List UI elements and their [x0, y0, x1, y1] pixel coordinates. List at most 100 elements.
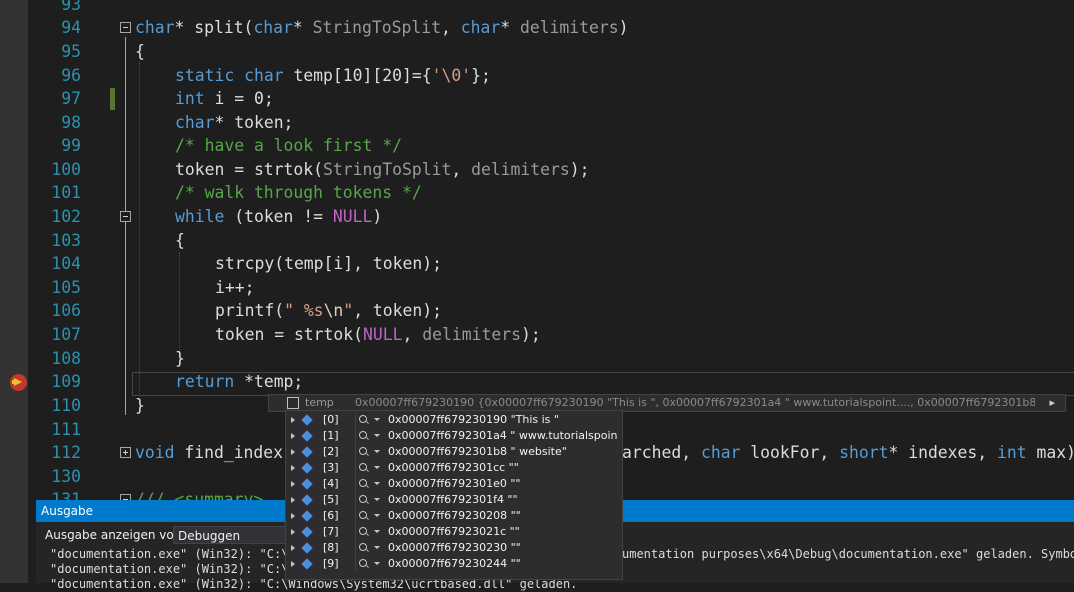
datatip-row[interactable]: [2] 0x00007ff6792301b8 " website"	[286, 444, 622, 460]
chevron-right-icon[interactable]: ▸	[1049, 396, 1055, 409]
code-line-95: 95 {	[0, 40, 1074, 64]
datatip-pin-icon[interactable]	[287, 397, 299, 409]
fold-minus-icon[interactable]	[120, 22, 131, 33]
dropdown-caret-icon[interactable]	[374, 434, 380, 437]
keyword: void	[135, 443, 175, 462]
char-literal: '\0'	[431, 66, 472, 85]
datatip-row[interactable]: [7] 0x00007ff67923021c ""	[286, 524, 622, 540]
code-token: )	[618, 18, 629, 37]
dropdown-caret-icon[interactable]	[374, 450, 380, 453]
code-token: * split(	[174, 18, 254, 37]
line-number: 110	[51, 396, 81, 415]
line-number: 107	[51, 325, 81, 344]
code-token: token = strtok(	[175, 160, 324, 179]
datatip-value[interactable]: 0x00007ff6792301cc ""	[388, 460, 618, 476]
code-text: while (token != NULL)	[175, 205, 382, 229]
keyword: int	[175, 89, 205, 108]
dropdown-caret-icon[interactable]	[374, 530, 380, 533]
datatip-row[interactable]: [9] 0x00007ff679230244 ""	[286, 556, 622, 572]
magnifier-icon[interactable]	[359, 447, 367, 455]
line-number: 96	[61, 66, 81, 85]
code-text: token = strtok(NULL, delimiters);	[215, 323, 541, 347]
line-number: 108	[51, 349, 81, 368]
code-token: ,	[402, 325, 423, 344]
code-text: i++;	[215, 278, 255, 297]
code-line-96: 96 static char temp[10][20]={'\0'};	[0, 64, 1074, 88]
datatip-value[interactable]: 0x00007ff6792301f4 ""	[388, 492, 618, 508]
datatip-index: [0]	[323, 413, 339, 426]
datatip-row[interactable]: [0] 0x00007ff679230190 "This is "	[286, 412, 622, 428]
magnifier-icon[interactable]	[359, 463, 367, 471]
dropdown-caret-icon[interactable]	[374, 546, 380, 549]
magnifier-icon[interactable]	[359, 415, 367, 423]
magnifier-icon[interactable]	[359, 559, 367, 567]
keyword: char	[460, 18, 501, 37]
code-line-94: 94 char* split(char* StringToSplit, char…	[0, 16, 1074, 40]
dropdown-caret-icon[interactable]	[374, 482, 380, 485]
expand-arrow-icon[interactable]	[291, 529, 295, 535]
code-line-101: 101 /* walk through tokens */	[0, 181, 1074, 205]
expand-arrow-icon[interactable]	[291, 497, 295, 503]
expand-arrow-icon[interactable]	[291, 545, 295, 551]
fold-minus-icon[interactable]	[120, 211, 131, 222]
datatip-row[interactable]: [3] 0x00007ff6792301cc ""	[286, 460, 622, 476]
expand-arrow-icon[interactable]	[291, 417, 295, 423]
dropdown-caret-icon[interactable]	[374, 418, 380, 421]
datatip-value[interactable]: 0x00007ff6792301a4 " www.tutorialspoint.…	[388, 428, 618, 444]
datatip-value[interactable]: 0x00007ff679230230 ""	[388, 540, 618, 556]
expand-arrow-icon[interactable]	[291, 561, 295, 567]
dropdown-caret-icon[interactable]	[374, 562, 380, 565]
array-element-icon	[301, 542, 313, 554]
parameter: StringToSplit	[312, 18, 441, 37]
expand-arrow-icon[interactable]	[291, 465, 295, 471]
datatip-row[interactable]: [4] 0x00007ff6792301e0 ""	[286, 476, 622, 492]
line-number: 93	[61, 0, 81, 14]
datatip-value[interactable]: 0x00007ff679230244 ""	[388, 556, 618, 572]
code-token: };	[471, 66, 491, 85]
datatip-index: [8]	[323, 541, 339, 554]
code-line-102: 102 while (token != NULL)	[0, 205, 1074, 229]
output-source-select[interactable]: Debuggen	[173, 526, 303, 544]
expand-arrow-icon[interactable]	[291, 449, 295, 455]
code-token: token = strtok(	[215, 325, 364, 344]
expand-arrow-icon[interactable]	[291, 433, 295, 439]
magnifier-icon[interactable]	[359, 479, 367, 487]
keyword: int	[997, 443, 1027, 462]
datatip-value[interactable]: 0x00007ff6792301b8 " website"	[388, 444, 618, 460]
datatip-row[interactable]: [6] 0x00007ff679230208 ""	[286, 508, 622, 524]
datatip-value[interactable]: 0x00007ff679230208 ""	[388, 508, 618, 524]
datatip-row[interactable]: [5] 0x00007ff6792301f4 ""	[286, 492, 622, 508]
dropdown-caret-icon[interactable]	[374, 466, 380, 469]
datatip-index: [7]	[323, 525, 339, 538]
code-token: (token !=	[224, 207, 333, 226]
array-element-icon	[301, 462, 313, 474]
datatip-row[interactable]: [8] 0x00007ff679230230 ""	[286, 540, 622, 556]
keyword: while	[175, 207, 225, 226]
line-number: 95	[61, 42, 81, 61]
show-output-from-label: Ausgabe anzeigen von:	[45, 528, 186, 542]
magnifier-icon[interactable]	[359, 527, 367, 535]
array-element-icon	[301, 478, 313, 490]
expand-arrow-icon[interactable]	[291, 513, 295, 519]
datatip-value[interactable]: 0x00007ff67923021c ""	[388, 524, 618, 540]
comment: /* walk through tokens */	[175, 183, 422, 202]
magnifier-icon[interactable]	[359, 511, 367, 519]
dropdown-caret-icon[interactable]	[374, 514, 380, 517]
datatip-variable-value[interactable]: 0x00007ff679230190 {0x00007ff679230190 "…	[355, 396, 1035, 409]
escape-sequence: \n	[323, 301, 344, 320]
code-text: arched, char lookFor, short* indexes, in…	[622, 441, 1074, 465]
datatip-value[interactable]: 0x00007ff679230190 "This is "	[388, 412, 618, 428]
magnifier-icon[interactable]	[359, 543, 367, 551]
code-text: printf(" %s\n", token);	[215, 299, 442, 323]
datatip-value[interactable]: 0x00007ff6792301e0 ""	[388, 476, 618, 492]
dropdown-caret-icon[interactable]	[374, 498, 380, 501]
divider	[355, 524, 356, 540]
fold-plus-icon[interactable]	[120, 447, 131, 458]
line-number: 98	[61, 113, 81, 132]
magnifier-icon[interactable]	[359, 431, 367, 439]
magnifier-icon[interactable]	[359, 495, 367, 503]
code-token: , token);	[353, 301, 442, 320]
datatip-row[interactable]: [1] 0x00007ff6792301a4 " www.tutorialspoi…	[286, 428, 622, 444]
line-number: 102	[51, 207, 81, 226]
expand-arrow-icon[interactable]	[291, 481, 295, 487]
